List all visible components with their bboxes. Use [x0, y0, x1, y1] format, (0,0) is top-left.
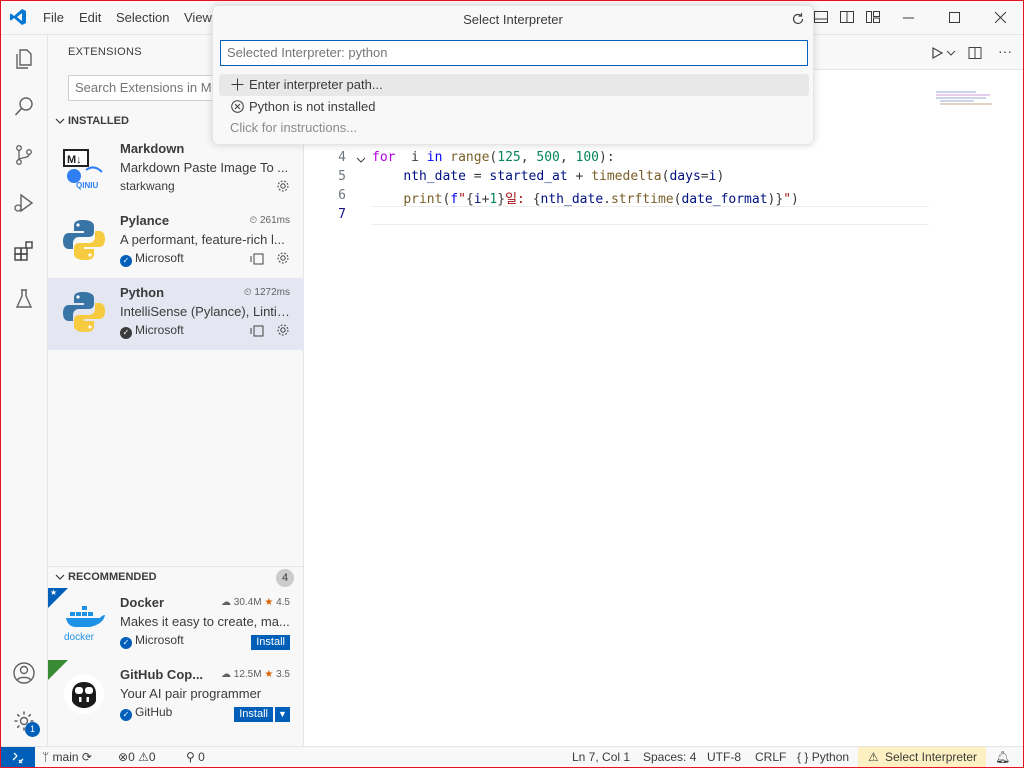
window-border: [0, 0, 1024, 768]
